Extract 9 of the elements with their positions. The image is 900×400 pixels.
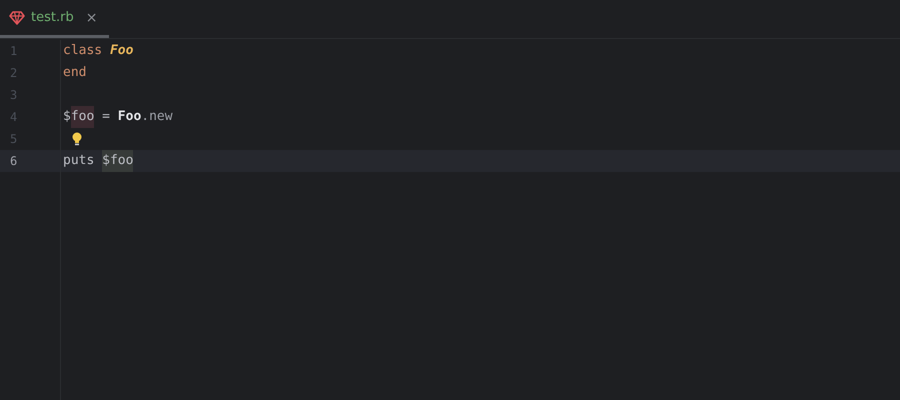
- code-line: puts $foo: [63, 150, 134, 172]
- lightbulb-icon[interactable]: [72, 132, 82, 146]
- line-number: 6: [10, 154, 18, 168]
- close-button[interactable]: ×: [86, 10, 98, 26]
- code-line: $foo = Foo.new: [63, 106, 173, 128]
- gem-icon: [9, 10, 25, 26]
- file-tab[interactable]: test.rb ×: [0, 0, 110, 38]
- code-line: end: [63, 64, 86, 82]
- code-line: class Foo: [63, 42, 134, 60]
